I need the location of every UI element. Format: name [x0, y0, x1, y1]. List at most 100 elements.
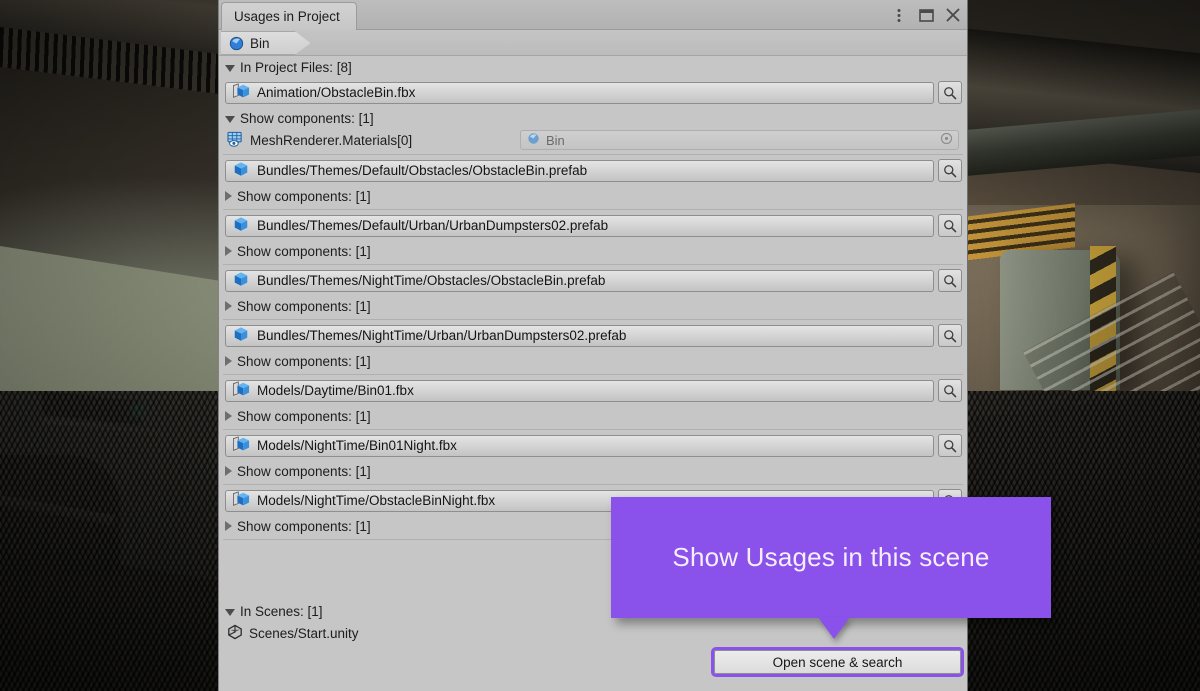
window-controls: [891, 0, 961, 30]
file-row[interactable]: Bundles/Themes/Default/Obstacles/Obstacl…: [219, 156, 967, 185]
search-usages-button[interactable]: [938, 324, 962, 347]
fbx-model-icon: [232, 435, 250, 456]
search-icon: [944, 219, 957, 232]
file-row[interactable]: Bundles/Themes/NightTime/Urban/UrbanDump…: [219, 321, 967, 350]
file-path-label: Models/NightTime/Bin01Night.fbx: [257, 438, 457, 453]
open-scene-and-search-button[interactable]: Open scene & search: [711, 647, 964, 677]
chevron-right-icon: [225, 356, 232, 366]
component-object-value: Bin: [546, 132, 565, 148]
maximize-icon[interactable]: [918, 7, 934, 23]
search-usages-button[interactable]: [938, 269, 962, 292]
show-components-toggle[interactable]: Show components: [1]: [219, 350, 967, 372]
scene-path-label: Scenes/Start.unity: [249, 626, 359, 641]
tooltip-callout: Show Usages in this scene: [611, 497, 1051, 618]
search-usages-button[interactable]: [938, 434, 962, 457]
file-path-label: Bundles/Themes/NightTime/Obstacles/Obsta…: [257, 273, 606, 288]
show-components-label: Show components: [1]: [237, 463, 371, 479]
file-row[interactable]: Models/NightTime/Bin01Night.fbx: [219, 431, 967, 460]
prefab-icon: [232, 161, 250, 181]
prefab-icon: [232, 216, 250, 236]
row-divider: [223, 319, 963, 320]
kebab-menu-icon[interactable]: [891, 7, 907, 23]
chevron-right-icon: [225, 411, 232, 421]
row-divider: [223, 264, 963, 265]
unity-scene-icon: [227, 624, 243, 643]
section-label-project-files: In Project Files: [8]: [240, 59, 352, 75]
file-path-label: Bundles/Themes/Default/Urban/UrbanDumpst…: [257, 218, 609, 233]
scene-row[interactable]: Scenes/Start.unity: [219, 622, 967, 645]
component-row[interactable]: MeshRenderer.Materials[0] Bin: [219, 129, 967, 152]
section-header-project-files[interactable]: In Project Files: [8]: [219, 56, 967, 78]
chevron-right-icon: [225, 466, 232, 476]
fbx-model-icon: [232, 82, 250, 103]
search-icon: [944, 164, 957, 177]
tooltip-callout-text: Show Usages in this scene: [672, 542, 990, 572]
search-icon: [944, 274, 957, 287]
section-label-scenes: In Scenes: [1]: [240, 603, 323, 619]
chevron-right-icon: [225, 246, 232, 256]
show-components-label: Show components: [1]: [237, 298, 371, 314]
show-components-toggle[interactable]: Show components: [1]: [219, 460, 967, 482]
show-components-label: Show components: [1]: [237, 188, 371, 204]
file-path-field[interactable]: Models/Daytime/Bin01.fbx: [225, 379, 934, 402]
file-path-field[interactable]: Bundles/Themes/NightTime/Obstacles/Obsta…: [225, 269, 934, 292]
file-path-field[interactable]: Models/NightTime/Bin01Night.fbx: [225, 434, 934, 457]
tab-label: Usages in Project: [234, 9, 340, 24]
row-divider: [223, 154, 963, 155]
close-icon[interactable]: [945, 7, 961, 23]
show-components-label: Show components: [1]: [237, 353, 371, 369]
component-name: MeshRenderer.Materials[0]: [250, 132, 413, 148]
search-usages-button[interactable]: [938, 214, 962, 237]
fbx-model-icon: [232, 490, 250, 511]
material-sphere-icon: [229, 36, 244, 51]
file-path-label: Bundles/Themes/NightTime/Urban/UrbanDump…: [257, 328, 627, 343]
file-row[interactable]: Models/Daytime/Bin01.fbx: [219, 376, 967, 405]
component-label-wrap: MeshRenderer.Materials[0]: [227, 131, 513, 150]
show-components-toggle[interactable]: Show components: [1]: [219, 185, 967, 207]
file-path-label: Bundles/Themes/Default/Obstacles/Obstacl…: [257, 163, 588, 178]
search-usages-button[interactable]: [938, 379, 962, 402]
file-path-label: Animation/ObstacleBin.fbx: [257, 85, 416, 100]
prefab-icon: [232, 271, 250, 291]
file-path-field[interactable]: Animation/ObstacleBin.fbx: [225, 81, 934, 104]
file-path-field[interactable]: Bundles/Themes/Default/Urban/UrbanDumpst…: [225, 214, 934, 237]
component-object-field[interactable]: Bin: [520, 130, 959, 150]
show-components-label: Show components: [1]: [240, 110, 374, 126]
search-icon: [944, 439, 957, 452]
fbx-model-icon: [232, 380, 250, 401]
file-row[interactable]: Bundles/Themes/Default/Urban/UrbanDumpst…: [219, 211, 967, 240]
object-picker-icon[interactable]: [940, 132, 953, 148]
show-components-toggle[interactable]: Show components: [1]: [219, 405, 967, 427]
show-components-label: Show components: [1]: [237, 518, 371, 534]
mesh-renderer-icon: [227, 131, 244, 150]
search-usages-button[interactable]: [938, 159, 962, 182]
breadcrumb-item-bin[interactable]: Bin: [221, 31, 311, 55]
chevron-right-icon: [225, 191, 232, 201]
show-components-label: Show components: [1]: [237, 243, 371, 259]
window-footer: Open scene & search: [219, 645, 967, 691]
show-components-label: Show components: [1]: [237, 408, 371, 424]
tooltip-callout-tail: [818, 617, 850, 639]
file-path-field[interactable]: Bundles/Themes/NightTime/Urban/UrbanDump…: [225, 324, 934, 347]
breadcrumb-bar: Bin: [219, 30, 967, 56]
chevron-right-icon: [225, 301, 232, 311]
file-row[interactable]: Animation/ObstacleBin.fbx: [219, 78, 967, 107]
tab-usages-in-project[interactable]: Usages in Project: [221, 2, 357, 30]
material-sphere-icon: [527, 132, 540, 148]
show-components-toggle[interactable]: Show components: [1]: [219, 107, 967, 129]
file-path-label: Models/NightTime/ObstacleBinNight.fbx: [257, 493, 496, 508]
chevron-down-icon: [225, 115, 235, 123]
show-components-toggle[interactable]: Show components: [1]: [219, 240, 967, 262]
show-components-toggle[interactable]: Show components: [1]: [219, 295, 967, 317]
file-path-field[interactable]: Bundles/Themes/Default/Obstacles/Obstacl…: [225, 159, 934, 182]
row-divider: [223, 374, 963, 375]
file-row[interactable]: Bundles/Themes/NightTime/Obstacles/Obsta…: [219, 266, 967, 295]
row-divider: [223, 484, 963, 485]
window-tab-bar: Usages in Project: [219, 0, 967, 30]
prefab-icon: [232, 326, 250, 346]
search-usages-button[interactable]: [938, 81, 962, 104]
breadcrumb-label: Bin: [250, 35, 270, 51]
row-divider: [223, 209, 963, 210]
chevron-right-icon: [225, 521, 232, 531]
chevron-down-icon: [225, 64, 235, 72]
